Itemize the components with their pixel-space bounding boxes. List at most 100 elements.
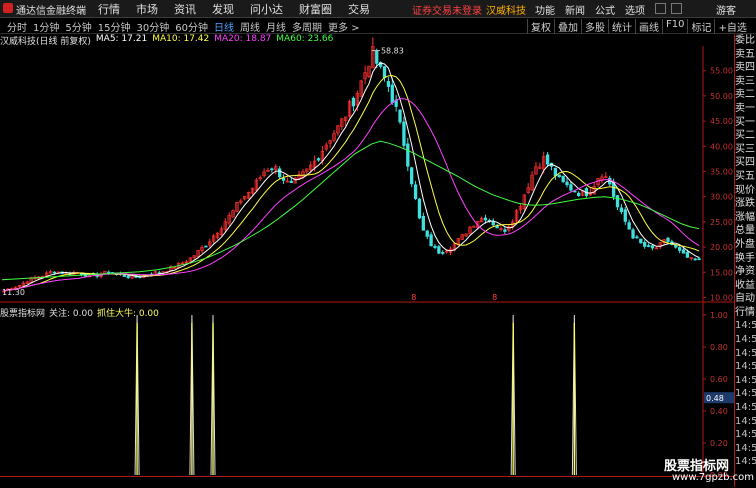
- sub-y-tick-label: 0.80: [710, 343, 728, 352]
- candle-body: [375, 50, 379, 64]
- candle-body: [429, 234, 433, 247]
- quote-label: 外盘: [735, 238, 755, 250]
- candle-body: [413, 184, 418, 199]
- candle-body: [685, 251, 690, 258]
- candle-body: [270, 168, 274, 171]
- candle-body: [631, 229, 635, 239]
- sub-y-tick-label: 0.60: [710, 375, 728, 384]
- quote-label: 买五: [735, 170, 755, 182]
- candle-body: [615, 195, 620, 208]
- quote-label: 14:5: [735, 442, 756, 454]
- y-tick-label: 35.00: [710, 167, 733, 176]
- quote-label: 卖二: [735, 89, 755, 101]
- quote-label: 14:5: [735, 361, 756, 373]
- candle-body: [483, 217, 488, 221]
- low-label: 11.30: [2, 288, 25, 297]
- candle-body: [406, 143, 410, 167]
- candle-body: [421, 215, 425, 231]
- candle-body: [382, 66, 387, 78]
- quote-label: 买二: [735, 130, 755, 142]
- quote-label: 14:5: [735, 347, 756, 359]
- y-tick-label: 50.00: [710, 92, 733, 101]
- sub-y-tick-label: 0.20: [710, 439, 728, 448]
- quote-label: 行情: [735, 306, 755, 318]
- candle-body: [619, 207, 624, 213]
- event-marker: 8: [411, 293, 416, 302]
- sub-y-tick-label: 1.00: [710, 311, 728, 320]
- candle-body: [316, 158, 321, 161]
- candle-body: [398, 109, 402, 123]
- candle-body: [697, 258, 701, 261]
- candle-body: [122, 274, 126, 277]
- quote-label: 买三: [735, 143, 755, 155]
- y-tick-label: 40.00: [710, 142, 733, 151]
- quote-label: 收益: [735, 279, 755, 291]
- candle-body: [557, 174, 561, 178]
- quote-label: 14:5: [735, 374, 756, 386]
- sub-y-tick-label: 0.40: [710, 407, 728, 416]
- y-tick-label: 45.00: [710, 117, 733, 126]
- candle-body: [561, 175, 565, 183]
- candle-body: [410, 167, 414, 185]
- quote-label: 涨幅: [735, 211, 755, 223]
- event-marker: 8: [492, 293, 497, 302]
- candle-body: [425, 230, 429, 237]
- candle-body: [433, 245, 437, 248]
- candle-body: [173, 267, 177, 270]
- candle-body: [289, 180, 293, 183]
- quote-label: 14:5: [735, 429, 756, 441]
- candle-body: [278, 168, 282, 178]
- candle-body: [281, 177, 286, 181]
- candle-body: [646, 245, 651, 248]
- candle-body: [402, 121, 406, 146]
- candle-body: [417, 198, 422, 219]
- quote-panel: 委比 卖五 卖四 卖三 卖二 卖一 买一 买二 买三 买四 买五 现价 涨跌 涨幅 总量 外盘 换手 净资 收益 自动…: [734, 34, 756, 487]
- y-tick-label: 30.00: [710, 193, 733, 202]
- candle-body: [386, 81, 391, 87]
- candle-body: [204, 245, 208, 248]
- candle-body: [565, 181, 569, 186]
- watermark-url: www.7gpzb.com: [672, 472, 754, 483]
- quote-label: 卖一: [735, 102, 755, 114]
- candle-body: [126, 275, 130, 279]
- date-axis: [0, 476, 734, 488]
- candle-body: [623, 209, 627, 222]
- quote-label: 自动: [735, 293, 755, 305]
- ma10-line: [3, 75, 700, 292]
- candle-body: [52, 271, 57, 274]
- quote-label: 14:5: [735, 320, 756, 332]
- quote-label: 14:5: [735, 415, 756, 427]
- candle-body: [627, 222, 631, 230]
- quote-label: 14:5: [735, 334, 756, 346]
- candle-body: [437, 246, 441, 254]
- quote-label: 卖四: [735, 62, 755, 74]
- candle-body: [693, 258, 697, 261]
- candle-body: [441, 252, 445, 254]
- quote-label: 涨跌: [735, 198, 755, 210]
- ma5-line: [3, 62, 700, 292]
- ma60-line: [1, 140, 700, 281]
- candle-body: [491, 221, 495, 226]
- quote-label: 买四: [735, 157, 755, 169]
- candle-body: [351, 97, 356, 107]
- candle-body: [503, 229, 507, 232]
- quote-label: 净资: [735, 266, 755, 278]
- candle-body: [639, 238, 643, 244]
- candle-body: [643, 241, 647, 247]
- y-tick-label: 20.00: [710, 243, 733, 252]
- quote-label: 14:5: [735, 388, 756, 400]
- quote-label: 14:5: [735, 402, 756, 414]
- quote-label: 买一: [735, 116, 755, 128]
- ma20-line: [3, 98, 700, 292]
- candle-body: [635, 236, 639, 239]
- quote-label: 委比: [735, 35, 755, 46]
- quote-label: 现价: [735, 184, 755, 196]
- candle-body: [666, 237, 670, 242]
- peak-label: 58.83: [381, 47, 404, 56]
- candle-body: [472, 225, 476, 228]
- candle-body: [569, 184, 573, 191]
- y-tick-label: 55.00: [710, 67, 733, 76]
- quote-label: 总量: [735, 225, 755, 237]
- price-chart[interactable]: 10.00 15.00 20.00 25.00 30.00 35.00 40.00 45.00…: [0, 0, 734, 487]
- candle-body: [681, 249, 686, 254]
